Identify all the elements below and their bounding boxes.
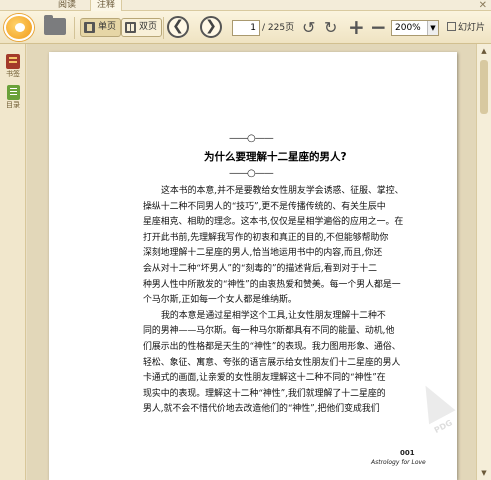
page-number: 001	[400, 449, 415, 457]
text-line: 这本书的本意,并不是要教给女性朋友学会诱惑、征服、掌控、	[161, 186, 404, 196]
text-line: 操纵十二种不同男人的“技巧”,更不是传播传统的、有关生辰中	[143, 201, 386, 212]
sidebar: 书签 目录	[0, 44, 26, 480]
page-title: 为什么要理解十二星座的男人?	[204, 151, 347, 163]
zoom-select[interactable]: 200% ▼	[391, 20, 439, 36]
text-line: 现实中的表现。理解这十二种“神性”,我们就理解了十二星座的	[143, 388, 386, 399]
scroll-down-icon[interactable]: ▼	[479, 468, 489, 478]
text-line: 深刻地理解十二星座的男人,恰当地运用书中的内容,而且,你还	[143, 248, 383, 259]
double-page-icon	[125, 22, 136, 33]
slideshow-button[interactable]: 幻灯片	[447, 20, 485, 36]
page-number-input[interactable]: 1	[232, 20, 260, 36]
single-page-button[interactable]: 单页	[80, 18, 122, 37]
sidebar-item-bookmarks[interactable]: 书签	[3, 54, 23, 79]
page-total: / 225页	[262, 23, 295, 33]
zoom-out-button[interactable]: −	[370, 17, 387, 37]
toolbar-divider	[163, 17, 164, 39]
zoom-in-button[interactable]: +	[348, 17, 365, 37]
sidebar-item-label: 目录	[6, 101, 20, 109]
open-folder-icon[interactable]	[44, 15, 66, 35]
text-line: 会从对十二种“坏男人”的“刻毒的”的描述背后,看到对于十二	[143, 263, 377, 274]
tab-strip: 阅读 注释 ✕	[0, 0, 491, 11]
scroll-up-icon[interactable]: ▲	[479, 46, 489, 56]
chevron-down-icon[interactable]: ▼	[427, 21, 438, 35]
app-logo	[4, 14, 34, 41]
text-line: 打开此书前,先理解我写作的初衷和真正的目的,不但能够帮助你	[143, 232, 389, 243]
double-page-button[interactable]: 双页	[121, 18, 163, 37]
zoom-value: 200%	[395, 23, 421, 33]
sidebar-item-toc[interactable]: 目录	[3, 85, 23, 110]
text-line: 我的本意是通过星相学这个工具,让女性朋友理解十二种不	[161, 310, 386, 321]
toolbar-divider	[74, 17, 75, 39]
text-line: 男人,就不会不惜代价地去改造他们的“神性”,把他们变成我们	[143, 404, 380, 415]
bookmark-icon	[6, 54, 20, 69]
sidebar-item-label: 书签	[6, 70, 20, 78]
close-icon[interactable]: ✕	[479, 0, 487, 11]
ornament-top: ——○——	[229, 133, 274, 144]
scroll-thumb[interactable]	[480, 60, 488, 114]
text-line: 个马尔斯,正如每一个女人都是维纳斯。	[143, 295, 297, 306]
text-line: 同的男神——马尔斯。每一种马尔斯都具有不同的能量、动机,他	[143, 326, 395, 337]
text-line: 种男人性中所散发的“神性”的由衷热爱和赞美。每一个男人都是一	[143, 279, 401, 290]
rotate-right-icon[interactable]: ↻	[324, 18, 337, 37]
rotate-left-icon[interactable]: ↺	[302, 18, 315, 37]
toc-icon	[6, 85, 20, 100]
prev-page-button[interactable]: ❮	[167, 16, 189, 38]
single-page-icon	[84, 22, 95, 33]
slideshow-label: 幻灯片	[458, 23, 486, 33]
text-line: 卡通式的画面,让亲爱的女性朋友理解这十二种不同的“神性”在	[143, 373, 386, 384]
single-page-label: 单页	[98, 22, 117, 32]
page-footer: Astrology for Love	[371, 459, 426, 466]
ornament-bottom: ——○——	[229, 168, 274, 179]
text-line: 星座相克、相助的理念。这本书,仅仅是星相学遍俗的应用之一。在	[143, 217, 404, 228]
tab-annotate[interactable]: 注释	[90, 0, 123, 11]
slideshow-icon	[447, 22, 456, 31]
vertical-scrollbar[interactable]: ▲ ▼	[476, 44, 491, 480]
double-page-label: 双页	[139, 22, 158, 32]
next-page-button[interactable]: ❯	[200, 16, 222, 38]
body-text: 这本书的本意,并不是要教给女性朋友学会诱惑、征服、掌控、操纵十二种不同男人的“技…	[143, 184, 428, 418]
tab-read[interactable]: 阅读	[52, 0, 82, 11]
text-line: 们展示出的性格都是天生的“神性”的表现。我力图用形象、通俗、	[143, 341, 401, 352]
text-line: 轻松、象征、寓意、夸张的语言展示给女性朋友们十二星座的男人	[143, 357, 401, 368]
toolbar: 单页 双页 ❮ ❯ 1 / 225页 ↺ ↻ + − 200% ▼ 幻灯片	[0, 11, 491, 44]
